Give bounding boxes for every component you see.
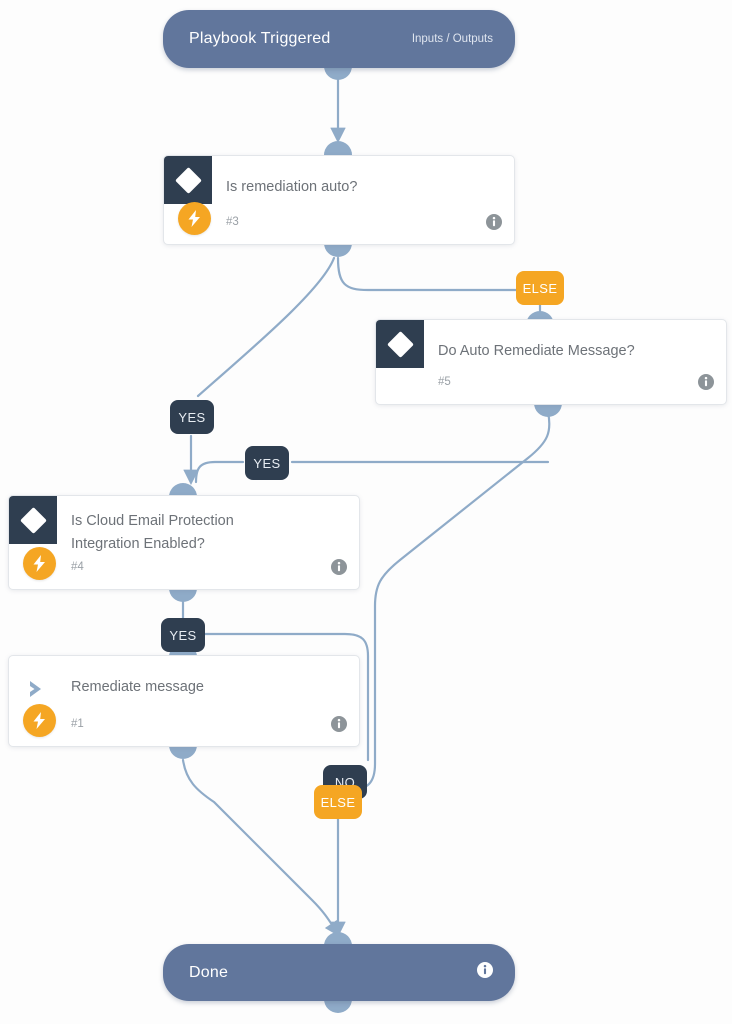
info-icon[interactable] [486,214,502,230]
node-playbook-triggered[interactable]: Playbook Triggered Inputs / Outputs [163,10,515,68]
node-number: #3 [226,216,239,228]
node-title-line1: Is Cloud Email Protection [71,513,234,529]
edge-yes-mid-left [194,460,245,484]
node-do-auto-remediate-message[interactable]: Do Auto Remediate Message? #5 [375,319,727,405]
action-chevron-icon [26,678,48,700]
node-is-remediation-auto[interactable]: Is remediation auto? #3 [163,155,515,245]
node-title: Is Cloud Email Protection Integration En… [71,510,325,556]
edge-n5-down [348,410,551,792]
node-done[interactable]: Done [163,944,515,1001]
port-out-n4[interactable] [169,588,197,602]
edge-n1-to-done [181,758,340,937]
node-number: #5 [438,376,451,388]
edge-label-else-bottom[interactable]: ELSE [314,785,362,819]
edge-label-else-top[interactable]: ELSE [516,271,564,305]
info-icon[interactable] [477,962,493,983]
port-out-start[interactable] [324,66,352,80]
port-out-n1[interactable] [169,745,197,759]
node-title-line2: Integration Enabled? [71,536,205,552]
node-is-cloud-email-protection-integration-enabled[interactable]: Is Cloud Email Protection Integration En… [8,495,360,590]
node-title: Playbook Triggered [189,30,331,47]
decision-diamond-icon [376,320,424,368]
port-out-n5[interactable] [534,403,562,417]
edge-n3-to-yes-left [196,256,336,398]
decision-diamond-icon [9,496,57,544]
info-icon[interactable] [331,559,347,575]
node-number: #4 [71,561,84,573]
node-number: #1 [71,718,84,730]
node-title: Done [189,963,229,981]
lightning-bolt-icon [178,202,211,235]
node-title: Remediate message [71,679,204,695]
edge-n3-to-else-top [336,256,518,292]
decision-diamond-icon [164,156,212,204]
node-title: Do Auto Remediate Message? [438,343,635,359]
node-remediate-message[interactable]: Remediate message #1 [8,655,360,747]
lightning-bolt-icon [23,547,56,580]
edge-label-yes-lower[interactable]: YES [161,618,205,652]
playbook-canvas[interactable]: Playbook Triggered Inputs / Outputs Is r… [0,0,732,1024]
node-title: Is remediation auto? [226,179,358,195]
edge-label-yes-mid[interactable]: YES [245,446,289,480]
inputs-outputs-label[interactable]: Inputs / Outputs [412,33,493,45]
lightning-bolt-icon [23,704,56,737]
port-in-n3[interactable] [324,141,352,155]
info-icon[interactable] [698,374,714,390]
info-icon[interactable] [331,716,347,732]
port-out-n3[interactable] [324,243,352,257]
edge-label-yes-left[interactable]: YES [170,400,214,434]
port-out-done[interactable] [324,999,352,1013]
